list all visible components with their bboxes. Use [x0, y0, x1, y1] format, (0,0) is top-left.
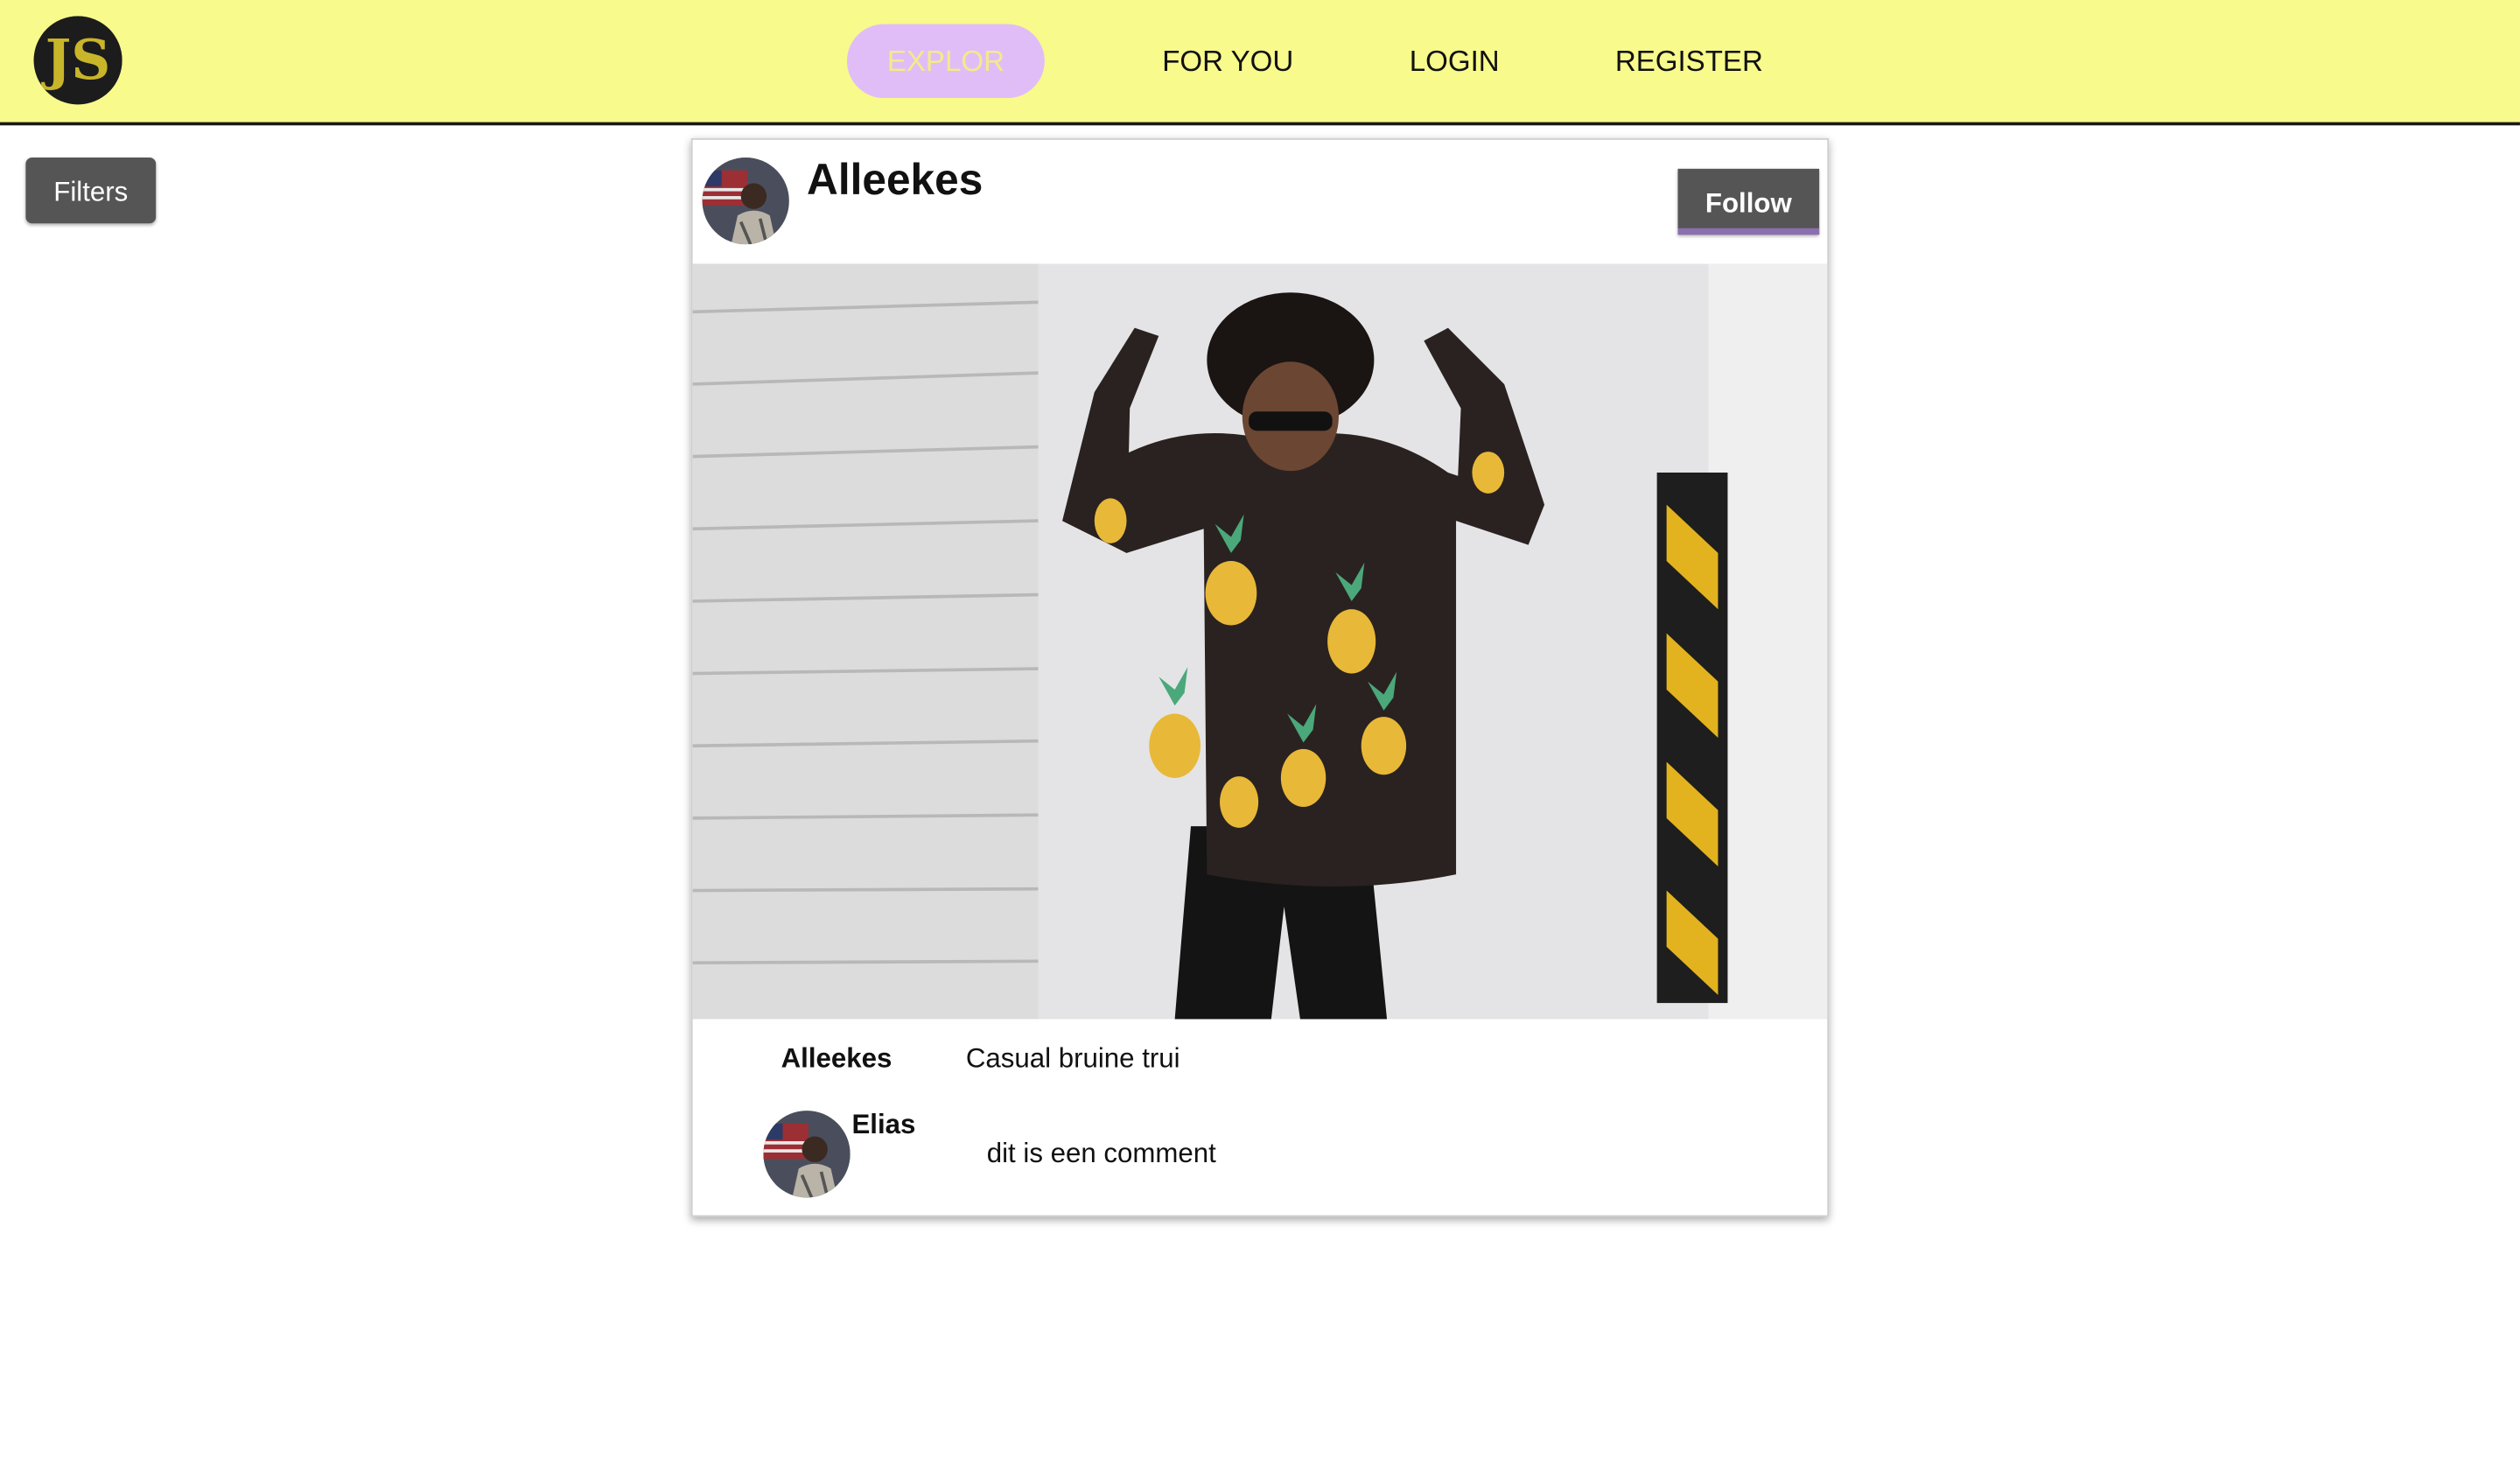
post-photo-illustration [692, 263, 1828, 1020]
avatar-photo [763, 1111, 850, 1198]
nav-login[interactable]: LOGIN [1395, 25, 1514, 98]
post-author-name[interactable]: Alleekes [807, 156, 983, 206]
avatar-photo [702, 157, 789, 245]
app-stage: JS EXPLOR FOR YOU LOGIN REGISTER Filters… [0, 0, 2520, 1479]
filters-button[interactable]: Filters [25, 157, 157, 224]
top-navbar: JS EXPLOR FOR YOU LOGIN REGISTER [0, 0, 2520, 126]
logo-icon: JS [33, 16, 122, 105]
nav-register[interactable]: REGISTER [1600, 25, 1777, 98]
logo-letters: JS [41, 27, 111, 92]
post-card: Alleekes Follow Alleekes Casual bruine t… [690, 137, 1830, 1217]
post-author-avatar[interactable] [702, 157, 789, 245]
comment-author-avatar[interactable] [763, 1111, 850, 1198]
post-image[interactable] [692, 263, 1828, 1020]
nav-for-you[interactable]: FOR YOU [1144, 25, 1312, 98]
comment-author[interactable]: Elias [851, 1109, 915, 1141]
brand-logo[interactable]: JS [33, 16, 122, 105]
follow-button[interactable]: Follow [1677, 168, 1820, 235]
caption-author[interactable]: Alleekes [781, 1043, 892, 1076]
caption-text: Casual bruine trui [965, 1043, 1180, 1074]
nav-explore[interactable]: EXPLOR [846, 24, 1045, 99]
comment-text: dit is een comment [986, 1138, 1216, 1169]
